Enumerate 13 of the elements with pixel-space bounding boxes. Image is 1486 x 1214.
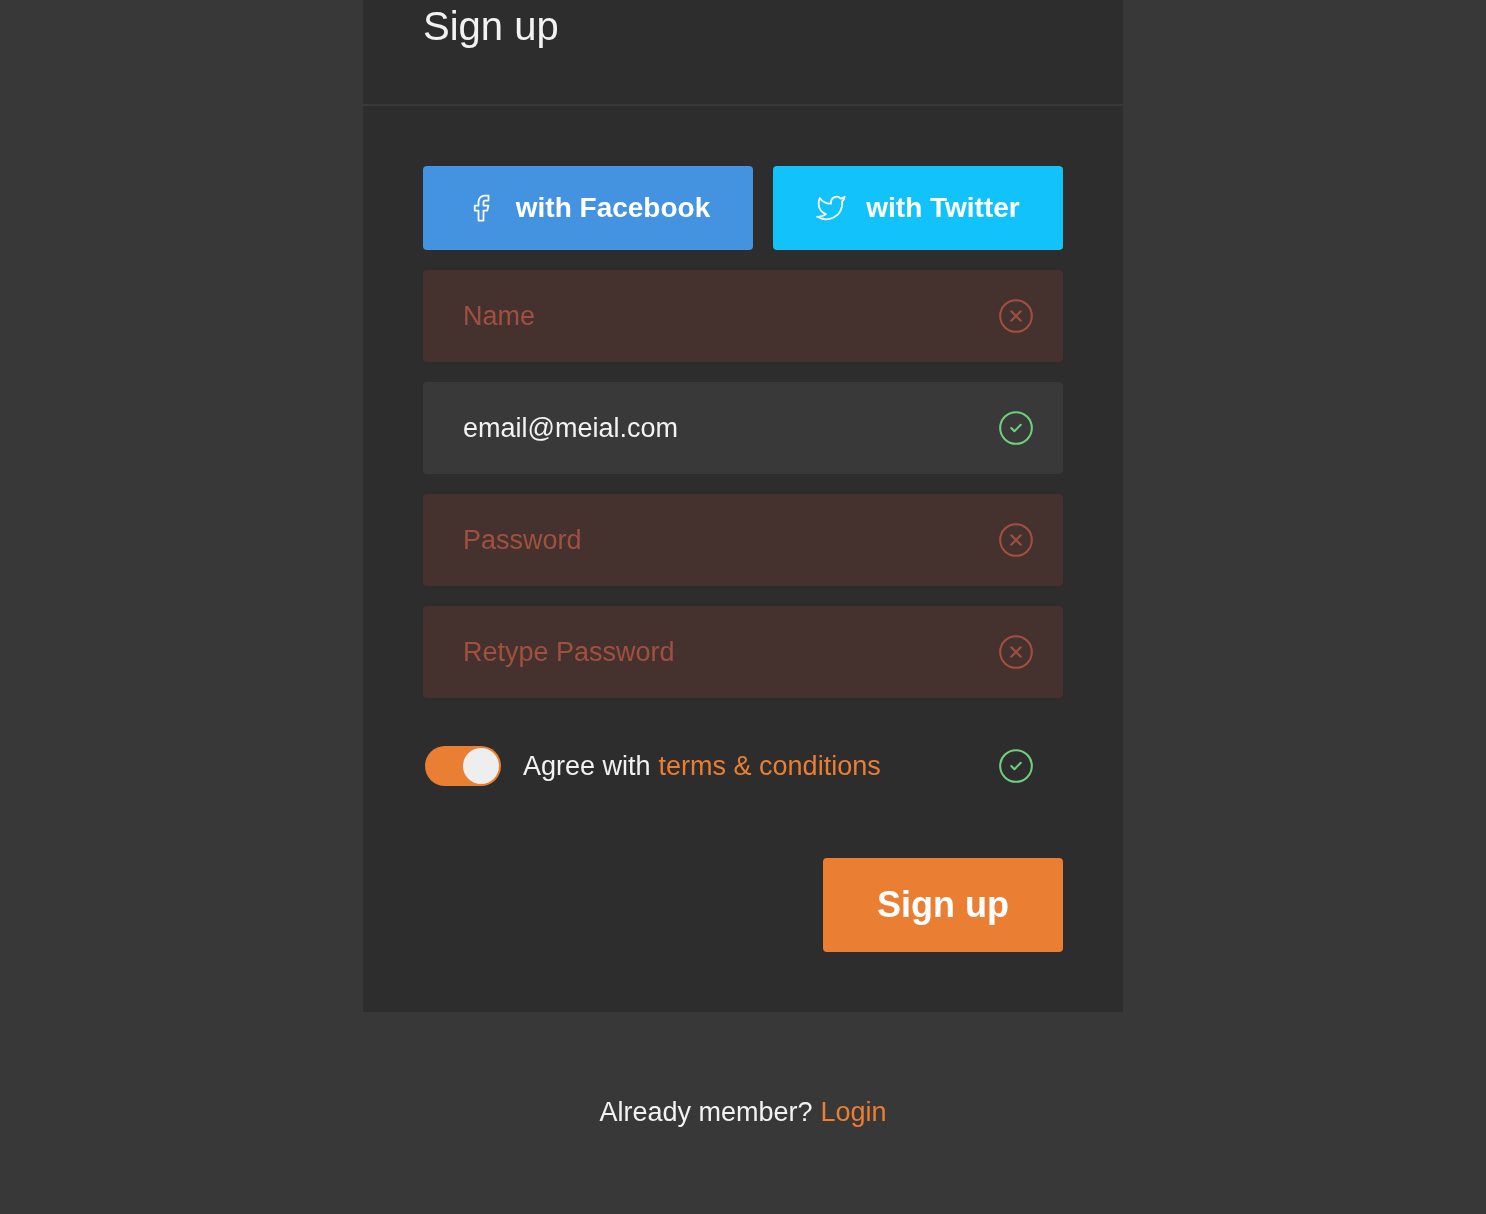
input-field[interactable]: Retype Password (423, 606, 1063, 698)
sign-up-button[interactable]: Sign up (823, 858, 1063, 952)
terms-link[interactable]: terms & conditions (658, 745, 881, 787)
toggle-switch[interactable] (425, 746, 501, 786)
agreement-text: Agree with (523, 749, 651, 783)
input-field[interactable]: Name (423, 270, 1063, 362)
login-link[interactable]: Login (820, 1096, 887, 1128)
twitter-icon (816, 193, 847, 223)
form-title: Sign up (423, 3, 559, 50)
social-login-button[interactable]: with Facebook (423, 166, 753, 250)
input-field[interactable]: email@meial.com (423, 382, 1063, 474)
footer-text: Already member? (599, 1096, 813, 1128)
input-field[interactable]: Password (423, 494, 1063, 586)
